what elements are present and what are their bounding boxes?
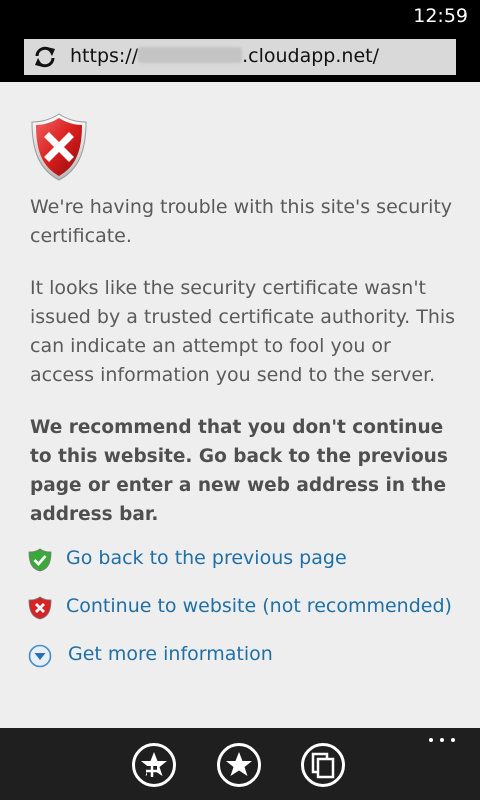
status-bar: 12:59 <box>0 0 480 32</box>
url-text[interactable]: https:// .cloudapp.net/ <box>70 45 379 67</box>
tabs-button[interactable] <box>301 743 345 787</box>
clock: 12:59 <box>413 5 468 27</box>
expand-down-icon <box>28 644 52 668</box>
go-back-link-label[interactable]: Go back to the previous page <box>66 547 347 569</box>
address-area: https:// .cloudapp.net/ <box>0 32 480 82</box>
url-suffix: .cloudapp.net/ <box>242 45 379 67</box>
app-bar <box>0 728 480 800</box>
tabs-icon <box>311 752 335 779</box>
url-prefix: https:// <box>70 45 139 67</box>
phone-screen: 12:59 https:// .cloudapp.net/ We're havin… <box>0 0 480 800</box>
shield-check-icon <box>28 548 52 572</box>
error-page: We're having trouble with this site's se… <box>0 82 480 728</box>
more-options-icon[interactable] <box>428 734 458 746</box>
shield-error-icon <box>31 113 87 181</box>
add-favorite-button[interactable] <box>132 743 176 787</box>
star-icon <box>226 752 252 776</box>
continue-link-label[interactable]: Continue to website (not recommended) <box>66 595 452 617</box>
continue-link[interactable]: Continue to website (not recommended) <box>28 593 468 623</box>
go-back-link[interactable]: Go back to the previous page <box>28 545 468 575</box>
refresh-icon[interactable] <box>32 44 58 70</box>
url-redacted-block <box>138 47 243 63</box>
address-bar[interactable]: https:// .cloudapp.net/ <box>24 39 456 75</box>
warning-heading: We're having trouble with this site's se… <box>30 196 453 247</box>
more-info-link-label[interactable]: Get more information <box>68 643 273 665</box>
warning-recommendation: We recommend that you don't continue to … <box>30 417 448 525</box>
add-favorite-icon <box>141 752 167 777</box>
favorites-button[interactable] <box>217 743 261 787</box>
shield-error-small-icon <box>28 596 52 620</box>
more-info-link[interactable]: Get more information <box>28 641 468 671</box>
warning-description: It looks like the security certificate w… <box>30 277 456 386</box>
